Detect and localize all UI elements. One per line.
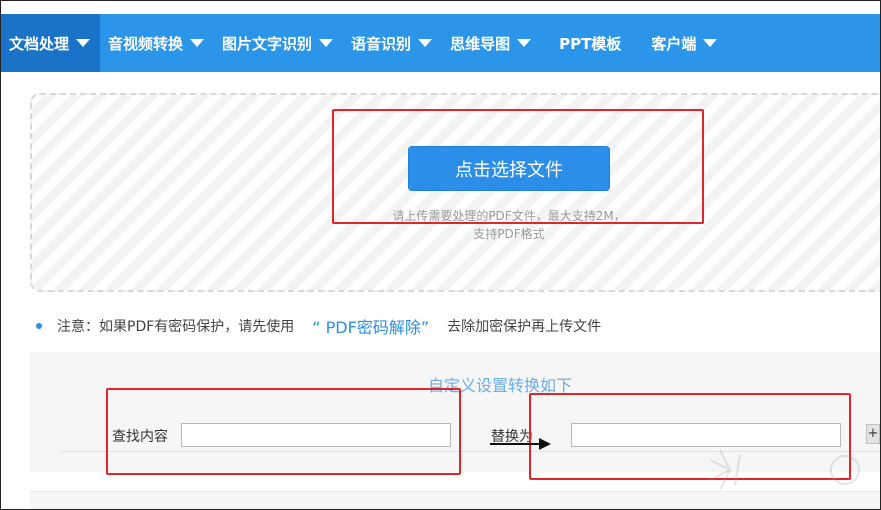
settings-title: 自定义设置转换如下 [428,376,573,395]
nav-item-doc-processing[interactable]: 文档处理 [1,14,101,72]
watermark-logo-icon [709,449,860,491]
password-notice: 注意：如果PDF有密码保护，请先使用 “ PDF密码解除” 去除加密保护再上传文… [36,314,601,338]
chevron-down-icon [418,39,433,47]
nav-item-client[interactable]: 客户端 [643,14,727,72]
nav-item-label: 语音识别 [351,34,412,53]
nav-item-speech[interactable]: 语音识别 [343,14,442,72]
chevron-down-icon [76,39,91,47]
nav-item-ocr[interactable]: 图片文字识别 [214,14,343,72]
upload-hint: 请上传需要处理的PDF文件，最大支持2M， 支持PDF格式 [350,207,668,243]
nav-item-mindmap[interactable]: 思维导图 [442,14,541,72]
chevron-down-icon [190,39,205,47]
find-label: 查找内容 [112,429,168,445]
chevron-down-icon [319,39,334,47]
nav-item-ppt[interactable]: PPT模板 [541,14,643,72]
notice-prefix: 注意：如果PDF有密码保护，请先使用 [57,319,295,335]
find-input[interactable] [181,423,451,447]
chevron-down-icon [703,39,718,47]
upload-dropzone[interactable] [30,93,881,292]
upload-hint-line: 请上传需要处理的PDF文件，最大支持2M， [392,209,626,223]
nav-item-label: 音视频转换 [108,34,184,53]
nav-item-label: 文档处理 [9,34,70,53]
upload-hint-line: 支持PDF格式 [473,227,545,241]
annotation-arrow [490,443,540,445]
select-file-button[interactable]: 点击选择文件 [408,146,610,191]
arrow-right-icon [539,438,551,450]
chevron-down-icon [517,39,532,47]
nav-item-label: 客户端 [651,34,697,53]
nav-item-label: PPT模板 [559,34,622,53]
bullet-icon [36,323,42,329]
notice-suffix: 去除加密保护再上传文件 [447,319,602,335]
nav-item-av-conversion[interactable]: 音视频转换 [100,14,214,72]
pdf-unlock-link[interactable]: “ PDF密码解除” [312,314,429,338]
nav-item-label: 图片文字识别 [222,34,313,53]
top-nav: 文档处理 音视频转换 图片文字识别 语音识别 思维导图 PPT模板 客户端 [1,14,880,72]
nav-item-label: 思维导图 [450,34,511,53]
